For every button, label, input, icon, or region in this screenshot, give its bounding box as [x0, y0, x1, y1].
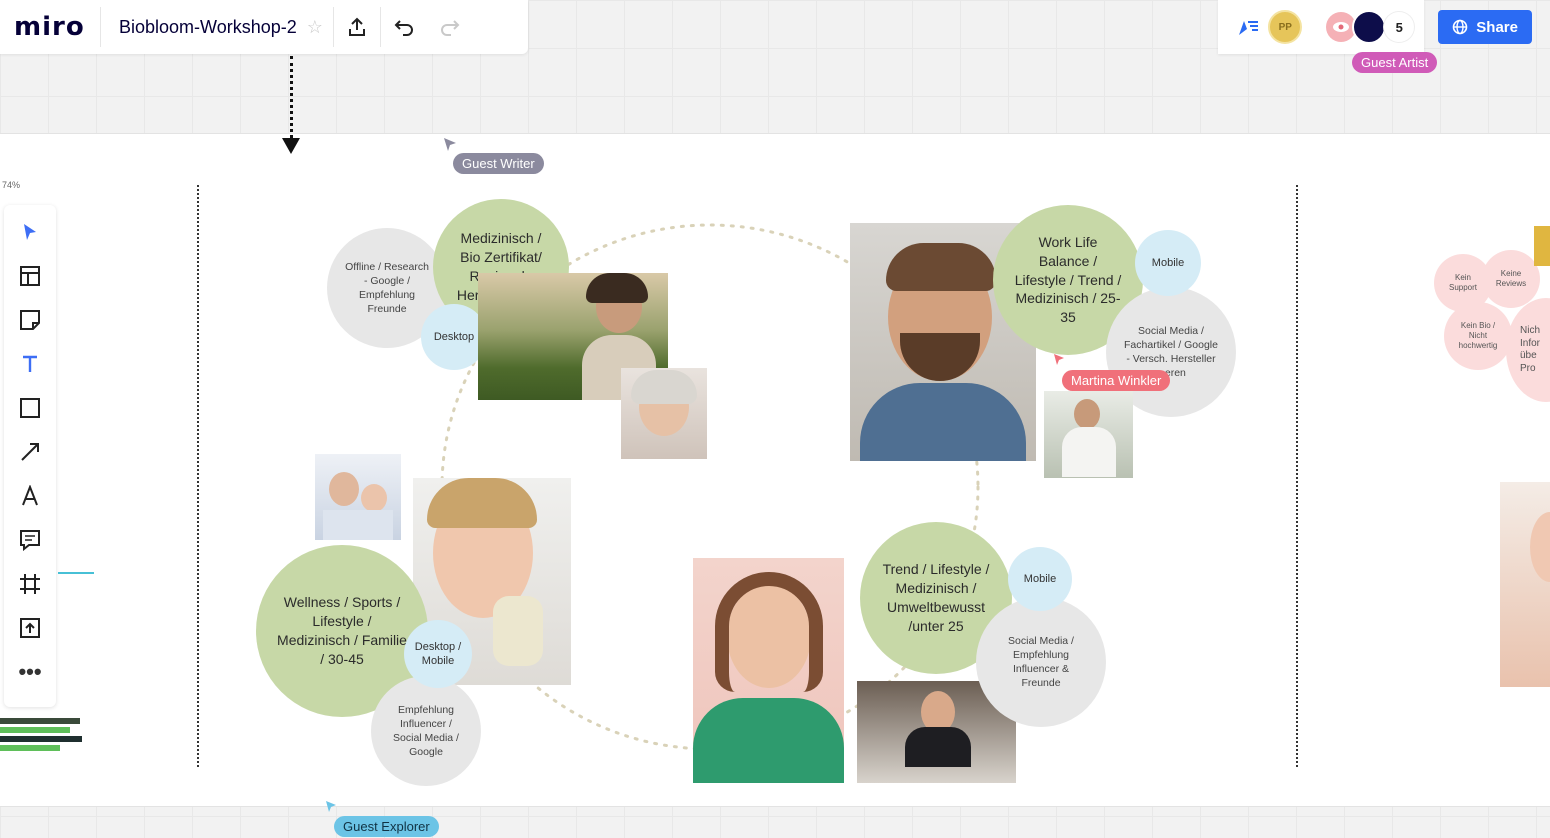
edge-image-fragment	[1500, 482, 1550, 687]
persona-3-source[interactable]: Empfehlung Influencer / Social Media / G…	[371, 676, 481, 786]
select-tool-icon[interactable]	[17, 219, 43, 245]
persona-3-photo-secondary[interactable]	[315, 454, 401, 540]
avatar[interactable]	[1352, 10, 1387, 44]
cursor-icon	[326, 801, 336, 812]
pain-point-note[interactable]: Keine Reviews	[1482, 250, 1540, 308]
section-divider	[197, 185, 199, 767]
templates-icon[interactable]	[17, 263, 43, 289]
cursor-label-guest-artist: Guest Artist	[1352, 52, 1438, 73]
avatar[interactable]: PP	[1268, 10, 1303, 44]
undo-icon[interactable]	[381, 0, 427, 54]
pain-point-note[interactable]: Kein Bio / Nicht hochwertig	[1444, 302, 1512, 370]
persona-4-device[interactable]: Mobile	[1008, 547, 1072, 611]
persona-4-photo[interactable]	[693, 558, 844, 783]
cursor-label-guest-writer: Guest Writer	[453, 153, 544, 174]
reactions-icon[interactable]	[1228, 0, 1268, 54]
top-bar-right: PP 5 Share	[1218, 0, 1532, 54]
pen-icon[interactable]	[17, 483, 43, 509]
dotted-connector	[290, 56, 293, 138]
miro-logo[interactable]: miro	[0, 12, 100, 42]
mini-line-fragment	[58, 572, 94, 574]
comment-icon[interactable]	[17, 527, 43, 553]
star-icon[interactable]: ☆	[307, 17, 333, 38]
text-tool-icon[interactable]	[17, 351, 43, 377]
edge-image-fragment	[1534, 226, 1550, 266]
globe-icon	[1452, 19, 1468, 35]
connector-icon[interactable]	[17, 439, 43, 465]
zoom-indicator: 74%	[2, 180, 21, 190]
top-bar-left: miro Biobloom-Workshop-2 ☆	[0, 0, 528, 54]
arrow-head-icon	[282, 138, 300, 154]
sticky-note-icon[interactable]	[17, 307, 43, 333]
collaboration-pill: PP 5	[1218, 0, 1425, 54]
shape-tool-icon[interactable]	[17, 395, 43, 421]
cursor-label-martina: Martina Winkler	[1062, 370, 1171, 391]
redo-icon[interactable]	[427, 0, 473, 54]
persona-1-photo-secondary[interactable]	[621, 368, 707, 459]
section-divider	[1296, 185, 1298, 767]
cursor-icon	[444, 138, 456, 151]
more-icon[interactable]: •••	[17, 659, 43, 685]
board-title[interactable]: Biobloom-Workshop-2	[101, 17, 307, 38]
cursor-icon	[1054, 354, 1064, 365]
share-label: Share	[1476, 18, 1518, 36]
share-button[interactable]: Share	[1438, 10, 1532, 44]
mini-chart-fragment	[0, 715, 84, 765]
persona-3-device[interactable]: Desktop / Mobile	[404, 620, 472, 688]
persona-2-photo-secondary[interactable]	[1044, 391, 1133, 478]
persona-2-device[interactable]: Mobile	[1135, 230, 1201, 296]
cursor-label-guest-explorer: Guest Explorer	[334, 816, 439, 837]
upload-icon[interactable]	[17, 615, 43, 641]
export-icon[interactable]	[334, 0, 380, 54]
creation-toolbar: •••	[4, 205, 56, 707]
frame-icon[interactable]	[17, 571, 43, 597]
persona-4-source[interactable]: Social Media / Empfehlung Influencer & F…	[976, 597, 1106, 727]
member-count[interactable]: 5	[1384, 12, 1415, 42]
